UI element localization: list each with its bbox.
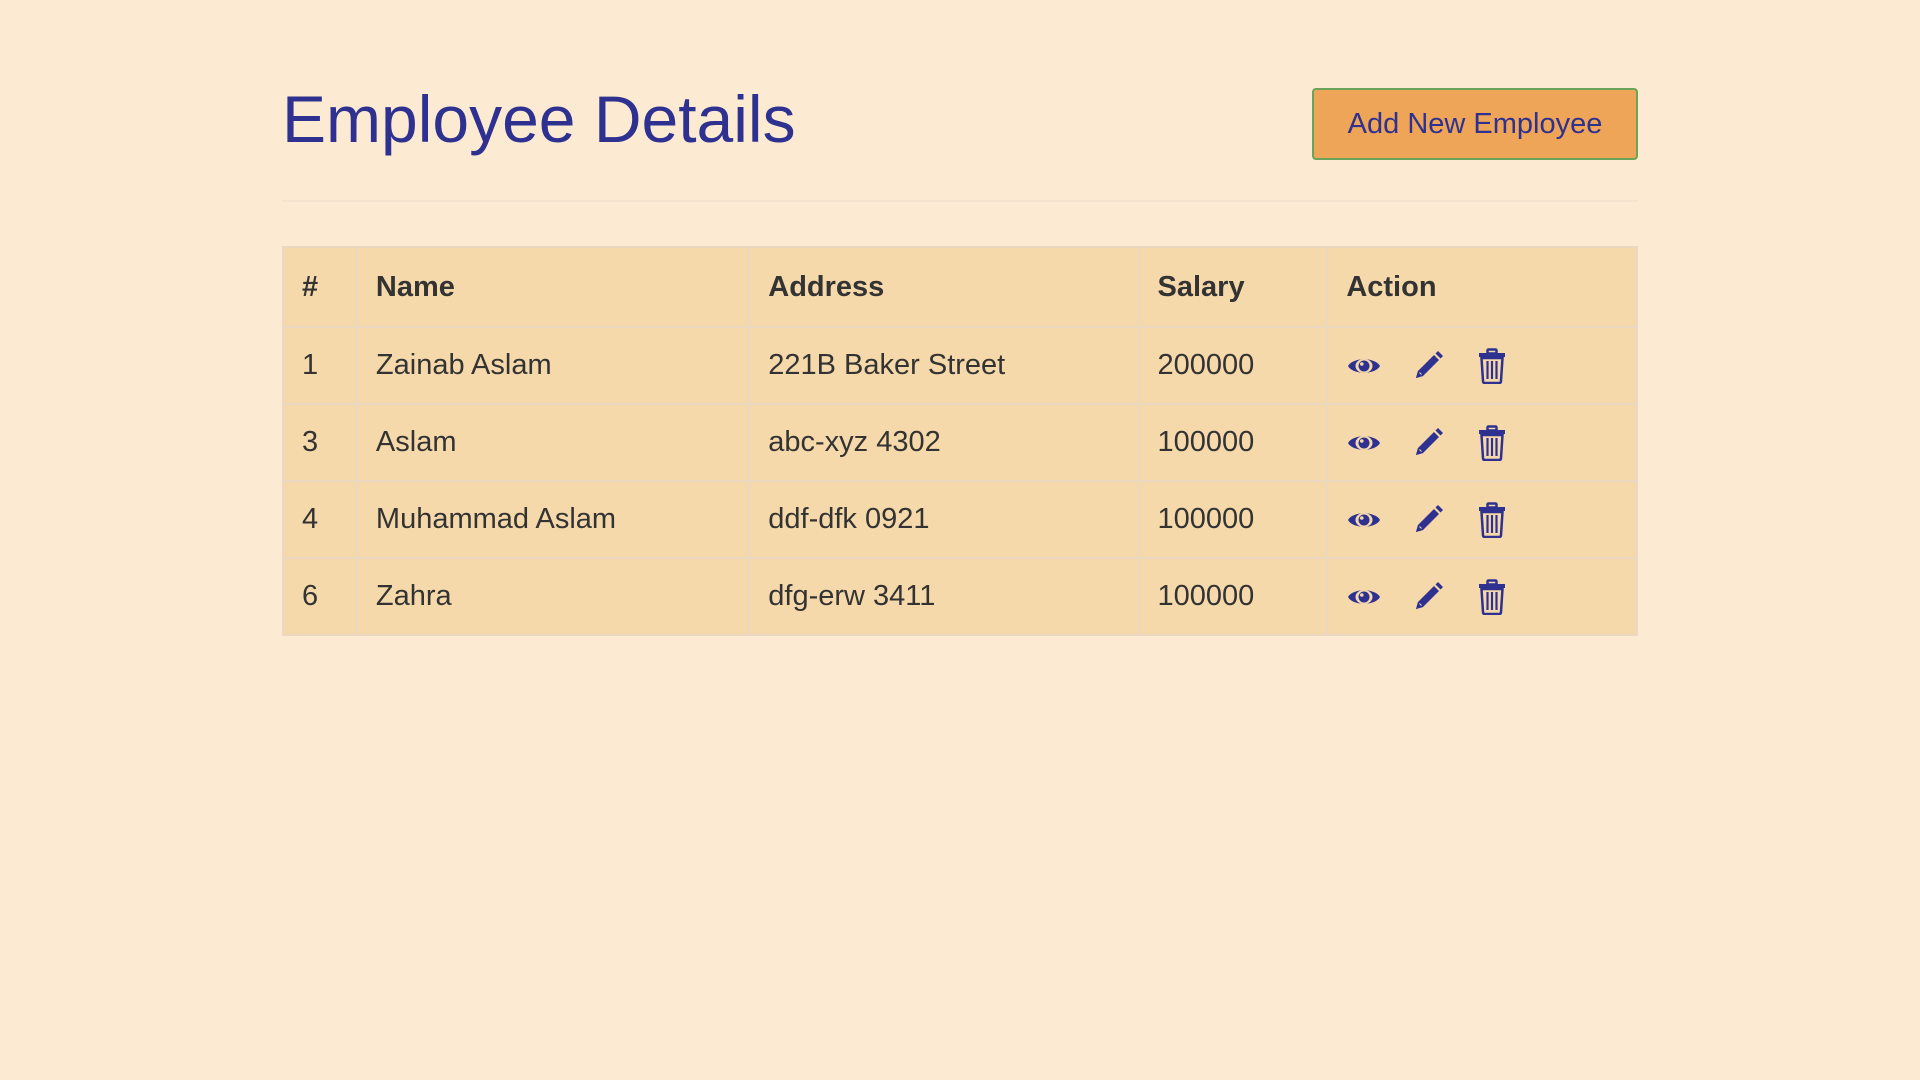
employee-name: Muhammad Aslam — [355, 480, 751, 559]
pencil-icon[interactable] — [1410, 502, 1446, 538]
action-group — [1346, 501, 1618, 538]
action-group — [1346, 347, 1618, 384]
employee-address: 221B Baker Street — [748, 326, 1140, 405]
table-header-row: # Name Address Salary Action — [282, 246, 1638, 328]
action-group — [1346, 578, 1618, 615]
page-container: Employee Details Add New Employee # Name… — [282, 0, 1638, 636]
add-new-employee-button[interactable]: Add New Employee — [1312, 88, 1638, 160]
employee-table: # Name Address Salary Action 1 Zainab As… — [282, 246, 1638, 636]
employee-actions — [1326, 403, 1638, 482]
trash-icon[interactable] — [1474, 347, 1510, 384]
employee-address: abc-xyz 4302 — [748, 403, 1140, 482]
page-header: Employee Details Add New Employee — [282, 0, 1638, 202]
employee-salary: 100000 — [1137, 480, 1329, 559]
trash-icon[interactable] — [1474, 501, 1510, 538]
employee-id: 1 — [282, 326, 358, 405]
employee-name: Zahra — [355, 557, 751, 636]
employee-actions — [1326, 557, 1638, 636]
employee-id: 3 — [282, 403, 358, 482]
table-row: 1 Zainab Aslam 221B Baker Street 200000 — [282, 326, 1638, 405]
trash-icon[interactable] — [1474, 578, 1510, 615]
employee-name: Zainab Aslam — [355, 326, 751, 405]
employee-salary: 200000 — [1137, 326, 1329, 405]
table-row: 4 Muhammad Aslam ddf-dfk 0921 100000 — [282, 480, 1638, 559]
pencil-icon[interactable] — [1410, 348, 1446, 384]
eye-icon[interactable] — [1346, 579, 1382, 615]
column-header-action: Action — [1326, 246, 1638, 328]
column-header-salary: Salary — [1137, 246, 1329, 328]
employee-id: 4 — [282, 480, 358, 559]
pencil-icon[interactable] — [1410, 579, 1446, 615]
eye-icon[interactable] — [1346, 348, 1382, 384]
employee-salary: 100000 — [1137, 403, 1329, 482]
pencil-icon[interactable] — [1410, 425, 1446, 461]
column-header-address: Address — [748, 246, 1140, 328]
eye-icon[interactable] — [1346, 502, 1382, 538]
header-divider — [282, 200, 1638, 202]
employee-address: dfg-erw 3411 — [748, 557, 1140, 636]
table-row: 6 Zahra dfg-erw 3411 100000 — [282, 557, 1638, 636]
employee-actions — [1326, 480, 1638, 559]
eye-icon[interactable] — [1346, 425, 1382, 461]
trash-icon[interactable] — [1474, 424, 1510, 461]
page-title: Employee Details — [282, 82, 796, 156]
employee-salary: 100000 — [1137, 557, 1329, 636]
employee-name: Aslam — [355, 403, 751, 482]
action-group — [1346, 424, 1618, 461]
employee-actions — [1326, 326, 1638, 405]
table-row: 3 Aslam abc-xyz 4302 100000 — [282, 403, 1638, 482]
employee-address: ddf-dfk 0921 — [748, 480, 1140, 559]
column-header-number: # — [282, 246, 358, 328]
column-header-name: Name — [355, 246, 751, 328]
employee-id: 6 — [282, 557, 358, 636]
